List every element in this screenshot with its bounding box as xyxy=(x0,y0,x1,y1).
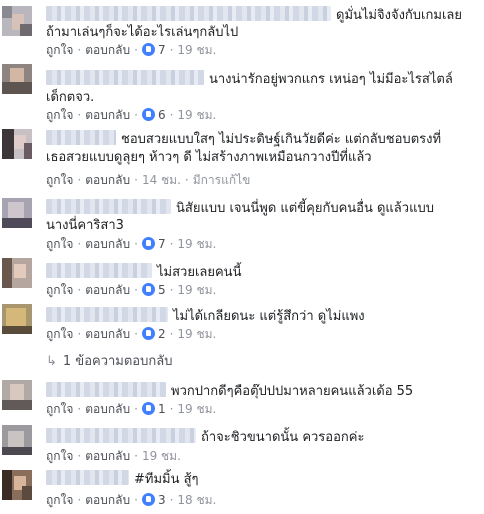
timestamp[interactable]: 19 ชม. xyxy=(142,449,181,463)
timestamp[interactable]: 19 ชม. xyxy=(177,327,216,341)
avatar[interactable] xyxy=(2,198,32,228)
avatar[interactable] xyxy=(2,6,32,36)
like-count[interactable]: 5 xyxy=(158,283,166,297)
comment-text: ดูมั่นไม่จิงจังกับเกมเลย xyxy=(336,8,462,23)
reply-button[interactable]: ตอบกลับ xyxy=(85,449,130,463)
comment-text: ชอบสวยแบบใสๆ ไม่ประดิษฐ์เกินวัยดีค่ะ แต่… xyxy=(121,132,442,147)
commenter-name[interactable] xyxy=(46,263,152,278)
like-button[interactable]: ถูกใจ xyxy=(46,237,73,251)
view-replies-link[interactable]: ↳ 1 ข้อความตอบกลับ xyxy=(46,350,172,371)
like-count[interactable]: 2 xyxy=(158,327,166,341)
timestamp[interactable]: 14 ชม. xyxy=(142,173,181,187)
commenter-name[interactable] xyxy=(46,6,331,21)
comment-text: ถ้าจะชิวขนาดนั้น ควรออกค่ะ xyxy=(201,430,365,445)
timestamp[interactable]: 19 ชม. xyxy=(177,283,216,297)
avatar[interactable] xyxy=(2,380,32,410)
like-button[interactable]: ถูกใจ xyxy=(46,173,73,187)
reply-button[interactable]: ตอบกลับ xyxy=(85,173,130,187)
comment-text: ไม่สวยเลยคนนี้ xyxy=(157,265,242,280)
commenter-name[interactable] xyxy=(46,382,166,397)
timestamp[interactable]: 19 ชม. xyxy=(177,108,216,122)
like-count[interactable]: 6 xyxy=(158,108,166,122)
like-icon xyxy=(141,43,155,56)
like-button[interactable]: ถูกใจ xyxy=(46,108,73,122)
avatar[interactable] xyxy=(2,258,32,288)
timestamp[interactable]: 19 ชม. xyxy=(177,237,216,251)
comment-text: ถ้ามาเล่นๆก็จะได้อะไรเล่นๆกลับไป xyxy=(46,25,239,40)
like-button[interactable]: ถูกใจ xyxy=(46,327,73,341)
like-count[interactable]: 3 xyxy=(158,493,166,507)
like-button[interactable]: ถูกใจ xyxy=(46,449,73,463)
like-icon xyxy=(141,108,155,121)
comment-text: นิสัยแบบ เจนนี่พูด แต่ขี้คุยกับคนอื่น ดู… xyxy=(176,201,434,216)
like-icon xyxy=(141,402,155,415)
edited-label[interactable]: มีการแก้ไข xyxy=(193,173,251,187)
timestamp[interactable]: 18 ชม. xyxy=(177,493,216,507)
comment-text: เธอสวยแบบดูลุยๆ ห้าวๆ ดี ไม่สร้างภาพเหมื… xyxy=(46,150,372,165)
avatar[interactable] xyxy=(2,425,32,455)
comment-text: พวกปากดีๆคือตุ๊ปปปมาหลายคนแล้วเด้อ 55 xyxy=(171,384,414,399)
comment-text: เด็กตจว. xyxy=(46,90,95,105)
like-count[interactable]: 1 xyxy=(158,402,166,416)
like-button[interactable]: ถูกใจ xyxy=(46,283,73,297)
comment-text: นางน่ารักอยู่พวกแกร เหน่อๆ ไม่มีอะไรสไตล… xyxy=(209,72,453,87)
like-icon xyxy=(141,283,155,296)
commenter-name[interactable] xyxy=(46,307,168,322)
reply-button[interactable]: ตอบกลับ xyxy=(85,327,130,341)
commenter-name[interactable] xyxy=(46,199,171,214)
timestamp[interactable]: 19 ชม. xyxy=(177,402,216,416)
avatar[interactable] xyxy=(2,129,32,159)
reply-button[interactable]: ตอบกลับ xyxy=(85,402,130,416)
reply-button[interactable]: ตอบกลับ xyxy=(85,43,130,57)
reply-arrow-icon: ↳ xyxy=(46,354,57,369)
reply-button[interactable]: ตอบกลับ xyxy=(85,283,130,297)
commenter-name[interactable] xyxy=(46,130,116,145)
reply-button[interactable]: ตอบกลับ xyxy=(85,493,130,507)
commenter-name[interactable] xyxy=(46,428,196,443)
comment-text: #ทีมมิ้น สู้ๆ xyxy=(134,472,199,487)
avatar[interactable] xyxy=(2,64,32,94)
like-icon xyxy=(141,237,155,250)
like-count[interactable]: 7 xyxy=(158,43,166,57)
view-replies-label: 1 ข้อความตอบกลับ xyxy=(62,354,173,369)
like-button[interactable]: ถูกใจ xyxy=(46,402,73,416)
like-button[interactable]: ถูกใจ xyxy=(46,493,73,507)
reply-button[interactable]: ตอบกลับ xyxy=(85,108,130,122)
reply-button[interactable]: ตอบกลับ xyxy=(85,237,130,251)
timestamp[interactable]: 19 ชม. xyxy=(177,43,216,57)
comment-text: ไม่ได้เกลียดนะ แต่รู้สึกว่า ดูไม่แพง xyxy=(173,309,365,324)
like-icon xyxy=(141,493,155,506)
comment-text: นางนี่คาริสา3 xyxy=(46,218,124,233)
like-count[interactable]: 7 xyxy=(158,237,166,251)
commenter-name[interactable] xyxy=(46,470,129,485)
avatar[interactable] xyxy=(2,470,32,500)
commenter-name[interactable] xyxy=(46,70,204,85)
avatar[interactable] xyxy=(2,304,32,334)
like-icon xyxy=(141,327,155,340)
like-button[interactable]: ถูกใจ xyxy=(46,43,73,57)
